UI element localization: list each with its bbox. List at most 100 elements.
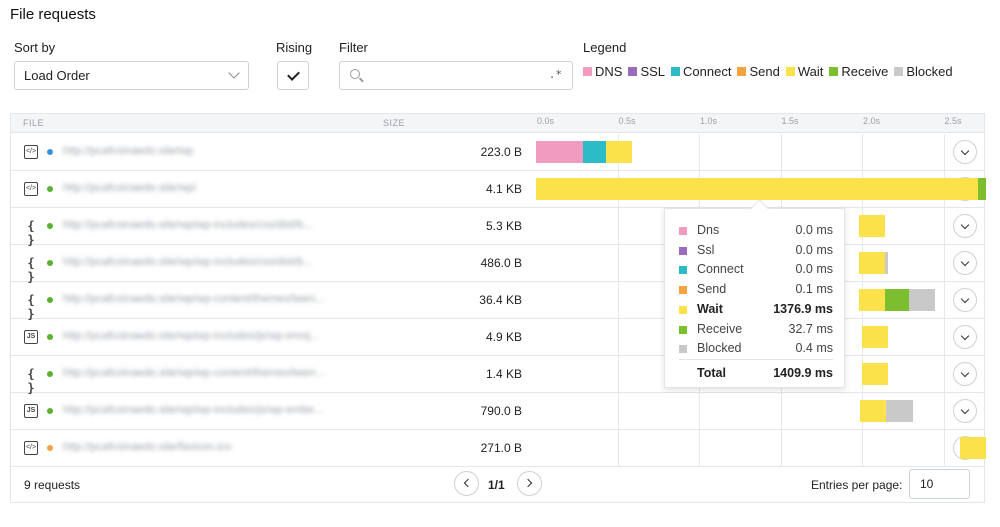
file-size: 271.0 B xyxy=(480,441,522,455)
rising-checkbox[interactable] xyxy=(277,61,309,90)
tooltip-row-send: Send 0.1 ms xyxy=(679,282,833,298)
sort-by-label: Sort by xyxy=(14,40,56,55)
file-url[interactable]: http://pcafcoinaedo.site/favicon.ico xyxy=(63,441,231,453)
file-url[interactable]: http://pcafcoinaedo.site/wp/wp-includes/… xyxy=(63,219,312,231)
legend: DNS SSL Connect Send Wait Receive Blocked xyxy=(583,64,953,79)
status-dot xyxy=(47,408,53,414)
file-url[interactable]: http://pcafcoinaedo.site/wp/wp-includes/… xyxy=(63,330,319,342)
expand-row-button[interactable] xyxy=(953,140,977,164)
file-url[interactable]: http://pcafcoinaedo.site/wp xyxy=(63,145,193,157)
legend-item-label: Connect xyxy=(683,64,732,79)
tooltip-divider xyxy=(679,359,833,360)
legend-item-send: Send xyxy=(737,64,780,79)
chevron-down-icon xyxy=(960,331,970,341)
status-dot xyxy=(47,186,53,192)
legend-label: Legend xyxy=(583,40,627,55)
tooltip-value: 32.7 ms xyxy=(788,321,833,336)
file-url[interactable]: http://pcafcoinaedo.site/wp/wp-content/t… xyxy=(63,367,325,379)
legend-swatch xyxy=(628,67,638,76)
time-tick-label: 1.0s xyxy=(700,116,718,126)
tooltip-value: 0.0 ms xyxy=(795,223,833,237)
legend-item-label: SSL xyxy=(640,64,666,79)
css-file-icon: { } xyxy=(27,219,35,247)
sort-by-value: Load Order xyxy=(24,68,90,83)
expand-row-button[interactable] xyxy=(953,214,977,238)
checkmark-icon xyxy=(287,68,300,81)
expand-row-button[interactable] xyxy=(953,436,977,460)
regex-toggle-icon[interactable]: .* xyxy=(549,68,562,81)
status-dot xyxy=(47,334,53,340)
legend-item-dns: DNS xyxy=(583,64,622,79)
search-icon xyxy=(350,69,360,79)
tooltip-swatch xyxy=(679,246,687,255)
status-dot xyxy=(47,223,53,229)
filter-label: Filter xyxy=(339,40,368,55)
tooltip-label: Ssl xyxy=(697,242,715,257)
legend-item-ssl: SSL xyxy=(628,64,665,79)
chevron-down-icon xyxy=(960,146,970,156)
legend-item-wait: Wait xyxy=(785,64,824,79)
tooltip-value: 1376.9 ms xyxy=(773,301,833,316)
chevron-down-icon xyxy=(960,368,970,378)
time-tick-label: 2.5s xyxy=(944,116,962,126)
legend-item-label: Wait xyxy=(797,64,824,79)
tooltip-row-receive: Receive 32.7 ms xyxy=(679,322,833,338)
table-row[interactable]: </> http://pcafcoinaedo.site/wp/4.1 KB xyxy=(11,171,984,208)
table-footer: 9 requests 1/1 Entries per page: 10 xyxy=(11,466,984,503)
file-url[interactable]: http://pcafcoinaedo.site/wp/wp-content/t… xyxy=(63,293,325,305)
chevron-down-icon xyxy=(960,220,970,230)
time-tick-label: 0.5s xyxy=(618,116,636,126)
tooltip-swatch xyxy=(679,286,687,295)
table-header: FILE SIZE 0.0s 0.5s 1.0s 1.5s 2.0s 2.5s xyxy=(11,114,984,133)
entries-per-page-label: Entries per page: xyxy=(811,478,903,492)
legend-swatch xyxy=(737,67,747,76)
legend-item-blocked: Blocked xyxy=(894,64,953,79)
table-row[interactable]: </> http://pcafcoinaedo.site/wp 223.0 B xyxy=(11,134,984,171)
file-size: 36.4 KB xyxy=(479,293,522,307)
prev-page-button[interactable] xyxy=(454,471,479,496)
expand-row-button[interactable] xyxy=(953,362,977,386)
status-dot xyxy=(47,297,53,303)
file-size: 4.9 KB xyxy=(485,330,522,344)
filter-input[interactable]: .* xyxy=(339,61,573,90)
chevron-down-icon xyxy=(228,67,240,79)
legend-item-label: DNS xyxy=(595,64,623,79)
legend-swatch xyxy=(583,67,592,76)
expand-row-button[interactable] xyxy=(953,177,977,201)
legend-item-label: Send xyxy=(749,64,780,79)
status-dot xyxy=(47,445,53,451)
tooltip-total-label: Total xyxy=(697,366,726,380)
expand-row-button[interactable] xyxy=(953,399,977,423)
legend-swatch xyxy=(829,67,839,76)
file-url[interactable]: http://pcafcoinaedo.site/wp/wp-includes/… xyxy=(63,404,323,416)
file-size: 5.3 KB xyxy=(485,219,522,233)
request-count: 9 requests xyxy=(24,478,81,492)
legend-swatch xyxy=(894,67,904,76)
expand-row-button[interactable] xyxy=(953,325,977,349)
column-header-file[interactable]: FILE xyxy=(23,118,44,128)
tooltip-label: Wait xyxy=(697,301,723,316)
html-file-icon: </> xyxy=(24,182,38,196)
legend-item-label: Blocked xyxy=(906,64,953,79)
file-url[interactable]: http://pcafcoinaedo.site/wp/wp-includes/… xyxy=(63,256,312,268)
css-file-icon: { } xyxy=(27,256,35,284)
expand-row-button[interactable] xyxy=(953,288,977,312)
status-dot xyxy=(47,371,53,377)
column-header-size[interactable]: SIZE xyxy=(383,118,405,128)
file-size: 790.0 B xyxy=(480,404,522,418)
legend-item-receive: Receive xyxy=(829,64,888,79)
chevron-right-icon xyxy=(523,478,533,488)
expand-row-button[interactable] xyxy=(953,251,977,275)
legend-swatch xyxy=(785,67,795,76)
sort-by-select[interactable]: Load Order xyxy=(14,61,249,90)
chevron-down-icon xyxy=(960,442,970,452)
timing-tooltip: Dns 0.0 ms Ssl 0.0 ms Connect 0.0 ms Send 0.1 m… xyxy=(664,208,845,388)
next-page-button[interactable] xyxy=(517,471,542,496)
time-tick-label: 0.0s xyxy=(537,116,555,126)
file-url[interactable]: http://pcafcoinaedo.site/wp/ xyxy=(63,182,196,194)
chevron-down-icon xyxy=(960,294,970,304)
entries-per-page-input[interactable]: 10 xyxy=(909,469,970,499)
page-title: File requests xyxy=(10,6,96,23)
table-row[interactable]: JS http://pcafcoinaedo.site/wp/wp-include… xyxy=(11,393,984,430)
table-row[interactable]: </> http://pcafcoinaedo.site/favicon.ico 2… xyxy=(11,430,984,467)
